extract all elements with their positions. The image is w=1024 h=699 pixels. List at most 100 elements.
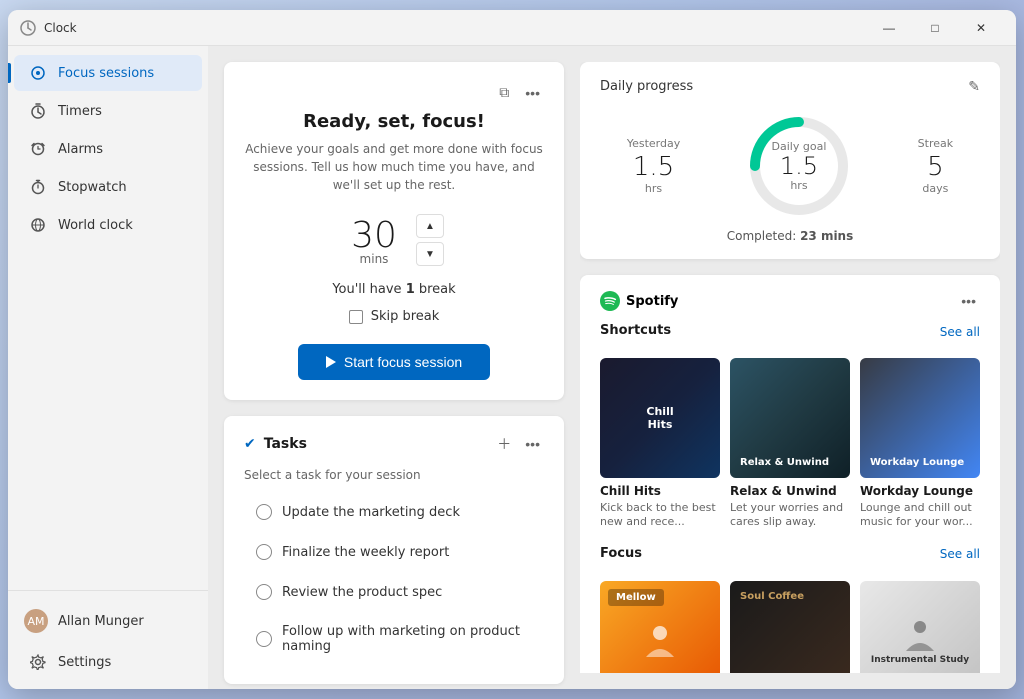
tasks-card: ✔ Tasks ＋ ••• Select a task for your ses… <box>224 416 564 684</box>
spotify-logo-icon <box>600 291 620 311</box>
sidebar: Focus sessions Timers <box>8 46 208 689</box>
playlist-chill-hits[interactable]: ChillHits Chill Hits Kick back to the be… <box>600 358 720 530</box>
alarms-icon <box>30 141 46 157</box>
task-text-3: Review the product spec <box>282 585 442 600</box>
focus-section-row: Focus See all <box>600 546 980 571</box>
sidebar-item-world-clock[interactable]: World clock <box>14 207 202 243</box>
thumb-soul-content: Soul Coffee <box>730 581 850 673</box>
focus-see-all-link[interactable]: See all <box>940 547 980 561</box>
more-options-icon[interactable]: ••• <box>521 82 544 103</box>
shortcuts-label: Shortcuts <box>600 323 671 338</box>
edit-goal-button[interactable]: ✎ <box>968 78 980 95</box>
task-text-2: Finalize the weekly report <box>282 545 449 560</box>
spotify-card: Spotify ••• Shortcuts See all ChillHits <box>580 275 1000 673</box>
playlist-workday-lounge[interactable]: Workday Lounge Workday Lounge Lounge and… <box>860 358 980 530</box>
instrumental-figure-icon <box>902 617 938 653</box>
world-clock-icon <box>30 217 46 233</box>
thumb-relax-content: Relax & Unwind <box>730 358 850 478</box>
main-content: Focus sessions Timers <box>8 46 1016 689</box>
playlist-thumb-relax-unwind: Relax & Unwind <box>730 358 850 478</box>
break-info: You'll have 1 break <box>244 282 544 297</box>
sidebar-item-timers[interactable]: Timers <box>14 93 202 129</box>
sidebar-item-label: Focus sessions <box>58 66 154 81</box>
focus-subtitle: Achieve your goals and get more done wit… <box>244 140 544 194</box>
right-panel: Daily progress ✎ Yesterday 1.5 hrs <box>580 62 1000 673</box>
thumb-instrumental-content: Instrumental Study <box>860 581 980 673</box>
time-arrows: ▲ ▼ <box>416 214 444 266</box>
spotify-name: Spotify <box>626 294 957 309</box>
task-radio-4[interactable] <box>256 631 272 647</box>
shortcuts-grid: ChillHits Chill Hits Kick back to the be… <box>600 358 980 530</box>
skip-break-checkbox[interactable] <box>349 310 363 324</box>
shortcuts-see-all-link[interactable]: See all <box>940 325 980 339</box>
spotify-header: Spotify ••• <box>600 291 980 311</box>
stopwatch-icon <box>30 179 46 195</box>
time-decrement-button[interactable]: ▼ <box>416 242 444 266</box>
playlist-thumb-chill-hits: ChillHits <box>600 358 720 478</box>
completed-text: Completed: 23 mins <box>600 229 980 243</box>
playlist-relax-unwind[interactable]: Relax & Unwind Relax & Unwind Let your w… <box>730 358 850 530</box>
left-panel: ⧉ ••• Ready, set, focus! Achieve your go… <box>224 62 564 673</box>
maximize-button[interactable]: □ <box>912 10 958 46</box>
focus-title: Ready, set, focus! <box>244 111 544 132</box>
user-name: Allan Munger <box>58 614 144 629</box>
sidebar-item-label: World clock <box>58 218 133 233</box>
task-item[interactable]: Review the product spec <box>244 574 544 610</box>
task-item[interactable]: Finalize the weekly report <box>244 534 544 570</box>
start-focus-session-button[interactable]: Start focus session <box>298 344 490 380</box>
streak-label: Streak <box>918 137 953 150</box>
time-display: 30 mins <box>344 215 404 266</box>
playlist-soul-coffee[interactable]: Soul Coffee Soul Coffee The tunes to eas… <box>730 581 850 673</box>
tasks-header: ✔ Tasks ＋ ••• <box>244 432 544 456</box>
app-icon <box>20 20 36 36</box>
expand-icon[interactable]: ⧉ <box>495 82 513 103</box>
window-title: Clock <box>44 21 858 35</box>
task-radio-1[interactable] <box>256 504 272 520</box>
playlist-thumb-workday-lounge: Workday Lounge <box>860 358 980 478</box>
task-item[interactable]: Update the marketing deck <box>244 494 544 530</box>
playlist-relax-name: Relax & Unwind <box>730 484 850 498</box>
task-text-1: Update the marketing deck <box>282 505 460 520</box>
shortcuts-section-row: Shortcuts See all <box>600 323 980 348</box>
timers-icon <box>30 103 46 119</box>
streak-value: 5 <box>918 154 953 180</box>
add-task-button[interactable]: ＋ <box>493 432 515 456</box>
playlist-thumb-mellow-beats: Mellow Beats <box>600 581 720 673</box>
tasks-subtitle: Select a task for your session <box>244 468 544 482</box>
task-radio-2[interactable] <box>256 544 272 560</box>
daily-progress-card: Daily progress ✎ Yesterday 1.5 hrs <box>580 62 1000 259</box>
tasks-actions: ＋ ••• <box>493 432 544 456</box>
task-item[interactable]: Follow up with marketing on product nami… <box>244 614 544 664</box>
user-profile[interactable]: AM Allan Munger <box>8 599 208 643</box>
minimize-button[interactable]: — <box>866 10 912 46</box>
yesterday-unit: hrs <box>627 182 680 195</box>
playlist-instrumental-study[interactable]: Instrumental Study Instrumental Study A … <box>860 581 980 673</box>
task-list: Update the marketing deck Finalize the w… <box>244 494 544 664</box>
sidebar-item-settings[interactable]: Settings <box>14 644 202 680</box>
card-header: ⧉ ••• <box>244 82 544 103</box>
playlist-mellow-beats[interactable]: Mellow Beats Mellow Beats <box>600 581 720 673</box>
time-increment-button[interactable]: ▲ <box>416 214 444 238</box>
task-radio-3[interactable] <box>256 584 272 600</box>
tasks-checkmark-icon: ✔ <box>244 436 256 452</box>
goal-value: 1.5 <box>772 153 827 179</box>
sidebar-item-focus-sessions[interactable]: Focus sessions <box>14 55 202 91</box>
focus-session-card: ⧉ ••• Ready, set, focus! Achieve your go… <box>224 62 564 400</box>
playlist-thumb-instrumental: Instrumental Study <box>860 581 980 673</box>
sidebar-item-alarms[interactable]: Alarms <box>14 131 202 167</box>
thumb-chill-label: ChillHits <box>638 397 681 439</box>
settings-icon <box>30 654 46 670</box>
app-window: Clock — □ ✕ Focus sessions <box>8 10 1016 689</box>
tasks-more-options-button[interactable]: ••• <box>521 432 544 456</box>
yesterday-label: Yesterday <box>627 137 680 150</box>
settings-label: Settings <box>58 655 111 670</box>
sidebar-bottom: AM Allan Munger Settings <box>8 590 208 681</box>
spotify-more-options-button[interactable]: ••• <box>957 291 980 311</box>
donut-chart: Daily goal 1.5 hrs <box>744 111 854 221</box>
time-value: 30 <box>344 215 404 256</box>
close-button[interactable]: ✕ <box>958 10 1004 46</box>
window-controls: — □ ✕ <box>866 10 1004 46</box>
sidebar-item-stopwatch[interactable]: Stopwatch <box>14 169 202 205</box>
thumb-workday-content: Workday Lounge <box>860 358 980 478</box>
focus-grid: Mellow Beats Mellow Beats <box>600 581 980 673</box>
